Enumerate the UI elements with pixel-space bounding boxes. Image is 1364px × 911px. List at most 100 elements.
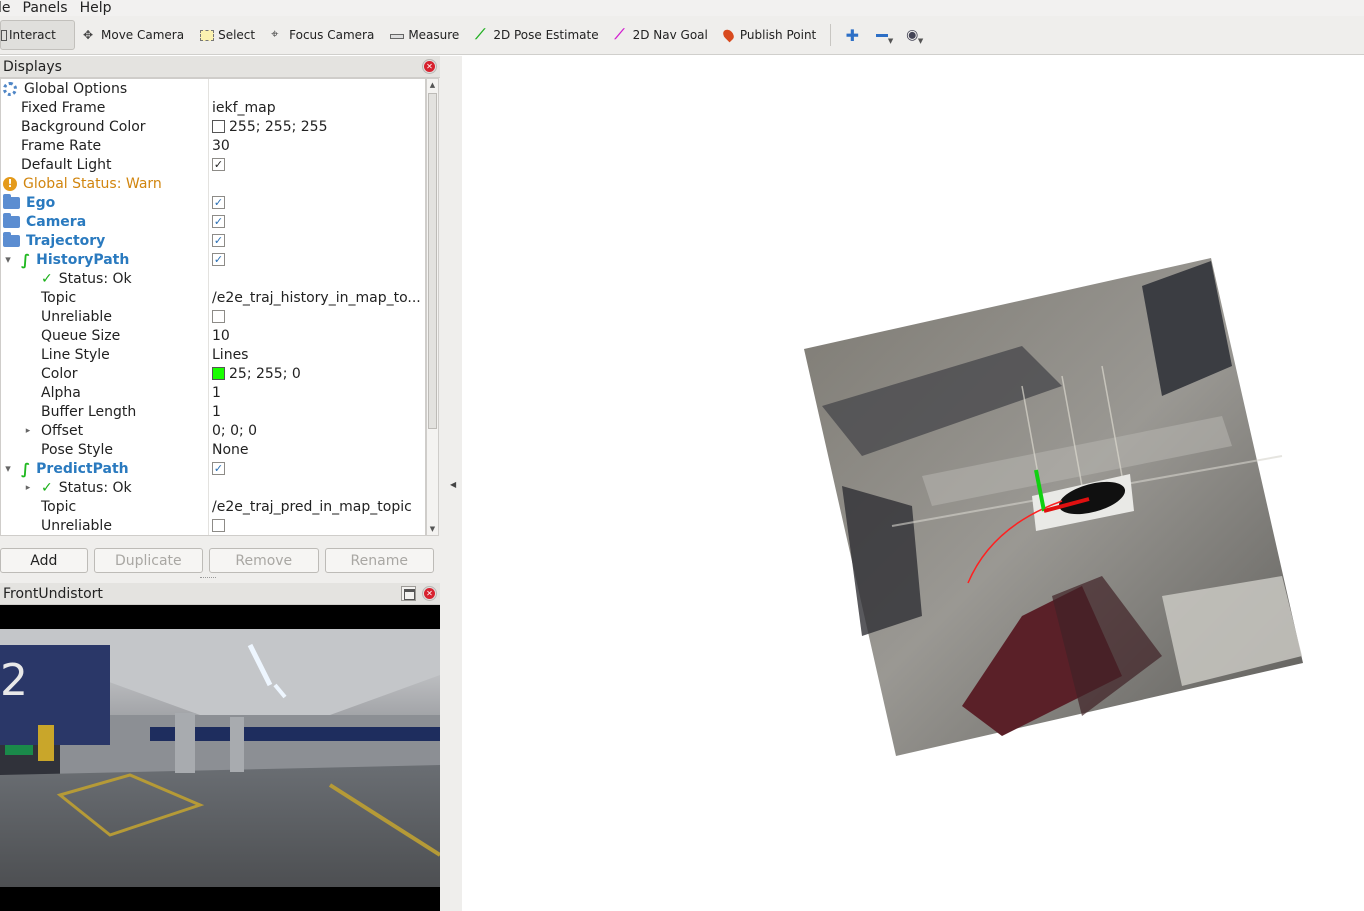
tree-row[interactable]: Trajectory ✓	[1, 231, 425, 250]
tree-row-value[interactable]	[209, 174, 425, 193]
checkbox-checked[interactable]: ✓	[212, 215, 225, 228]
tree-row-value[interactable]: ✓	[209, 250, 425, 269]
tree-row[interactable]: ▾ ∫ HistoryPath ✓	[1, 250, 425, 269]
tree-row-value[interactable]: 1	[209, 383, 425, 402]
panel-resize-handle[interactable]	[200, 577, 216, 581]
tree-row[interactable]: Alpha 1	[1, 383, 425, 402]
3d-viewport[interactable]	[462, 56, 1364, 911]
checkbox-checked[interactable]: ✓	[212, 234, 225, 247]
tree-row-value[interactable]	[209, 516, 425, 535]
collapse-arrow-icon[interactable]: ◀	[450, 480, 456, 489]
checkbox-checked[interactable]: ✓	[212, 196, 225, 209]
tree-row-value[interactable]: ✓	[209, 212, 425, 231]
tool-select[interactable]: Select	[192, 20, 263, 50]
tree-row-value[interactable]: /e2e_traj_history_in_map_to...	[209, 288, 425, 307]
tool-publish-point[interactable]: Publish Point	[716, 20, 824, 50]
tree-row-name: Frame Rate	[1, 136, 209, 155]
tree-row-value[interactable]: 10	[209, 326, 425, 345]
scrollbar-thumb[interactable]	[428, 93, 437, 429]
expand-arrow-icon[interactable]: ▾	[3, 253, 13, 266]
tree-row[interactable]: ▸ ✓ Status: Ok	[1, 478, 425, 497]
tree-row-value[interactable]: None	[209, 440, 425, 459]
tree-row[interactable]: ! Global Status: Warn	[1, 174, 425, 193]
tree-row-value[interactable]: 25; 255; 0	[209, 364, 425, 383]
tree-row[interactable]: Fixed Frame iekf_map	[1, 98, 425, 117]
tree-row-value[interactable]: iekf_map	[209, 98, 425, 117]
checkbox-checked[interactable]: ✓	[212, 158, 225, 171]
checkbox-unchecked[interactable]	[212, 310, 225, 323]
menu-bar: le Panels Help	[0, 0, 1364, 16]
tree-row-value[interactable]	[209, 269, 425, 288]
tree-row[interactable]: Camera ✓	[1, 212, 425, 231]
tree-row[interactable]: Frame Rate 30	[1, 136, 425, 155]
tree-row-value[interactable]: 255; 255; 255	[209, 117, 425, 136]
tree-row[interactable]: Topic/e2e_traj_history_in_map_to...	[1, 288, 425, 307]
checkbox-checked[interactable]: ✓	[212, 462, 225, 475]
tree-row[interactable]: Global Options	[1, 79, 425, 98]
menu-panels[interactable]: Panels	[23, 0, 68, 16]
tree-row[interactable]: Unreliable	[1, 516, 425, 535]
scroll-down-icon[interactable]: ▼	[427, 523, 438, 535]
tree-row-value[interactable]: ✓	[209, 155, 425, 174]
tree-row[interactable]: Pose Style None	[1, 440, 425, 459]
tool-measure[interactable]: Measure	[382, 20, 467, 50]
tree-row-value[interactable]: ✓	[209, 193, 425, 212]
menu-help[interactable]: Help	[80, 0, 112, 16]
tree-row[interactable]: Queue Size 10	[1, 326, 425, 345]
tree-row[interactable]: ▸ Offset 0; 0; 0	[1, 421, 425, 440]
undock-button[interactable]	[401, 586, 416, 601]
tree-row[interactable]: Topic/e2e_traj_pred_in_map_topic	[1, 497, 425, 516]
tree-row[interactable]: Buffer Length 1	[1, 402, 425, 421]
tree-row[interactable]: ✓ Status: Ok	[1, 269, 425, 288]
tree-row[interactable]: Background Color 255; 255; 255	[1, 117, 425, 136]
tree-row[interactable]: Default Light ✓	[1, 155, 425, 174]
scroll-up-icon[interactable]: ▲	[427, 79, 438, 91]
tree-row[interactable]: Color 25; 255; 0	[1, 364, 425, 383]
tree-row-value[interactable]: ✓	[209, 231, 425, 250]
tree-row-value[interactable]	[209, 307, 425, 326]
path-display-icon: ∫	[21, 250, 31, 269]
duplicate-button[interactable]: Duplicate	[93, 548, 204, 573]
tree-row[interactable]: Line Style Lines	[1, 345, 425, 364]
tree-row[interactable]: Ego ✓	[1, 193, 425, 212]
collapse-arrow-icon[interactable]: ▸	[23, 483, 33, 493]
view-options-button[interactable]: ◉ ▼	[897, 20, 927, 50]
dock-splitter[interactable]: ◀	[440, 56, 462, 911]
tool-move-camera[interactable]: ✥ Move Camera	[75, 20, 192, 50]
displays-panel-header: Displays ✕	[0, 56, 440, 78]
rename-button[interactable]: Rename	[324, 548, 434, 573]
remove-button[interactable]: Remove	[209, 548, 319, 573]
add-button[interactable]: Add	[0, 548, 88, 573]
tree-row-value-text: 0; 0; 0	[212, 422, 258, 439]
color-swatch[interactable]	[212, 120, 225, 133]
tool-focus-camera[interactable]: ⌖ Focus Camera	[263, 20, 382, 50]
add-tool-button[interactable]: ✚	[837, 20, 867, 50]
displays-scrollbar[interactable]: ▲ ▼	[426, 78, 439, 536]
tree-row-value[interactable]: 1	[209, 402, 425, 421]
tree-row-value[interactable]: Lines	[209, 345, 425, 364]
tree-row[interactable]: Unreliable	[1, 307, 425, 326]
tool-2d-nav-goal[interactable]: ⟋ 2D Nav Goal	[607, 20, 716, 50]
checkbox-unchecked[interactable]	[212, 519, 225, 532]
displays-tree[interactable]: Global Options Fixed Frame iekf_map Backgro…	[0, 78, 426, 536]
tree-row-name: ▸ Offset	[1, 421, 209, 440]
displays-close-button[interactable]: ✕	[422, 59, 437, 74]
tree-row[interactable]: ▾ ∫ PredictPath ✓	[1, 459, 425, 478]
tree-row-value[interactable]: 0; 0; 0	[209, 421, 425, 440]
camera-panel-header: FrontUndistort ✕	[0, 583, 440, 605]
tree-row-value[interactable]	[209, 79, 425, 98]
tree-row-value[interactable]: /e2e_traj_pred_in_map_topic	[209, 497, 425, 516]
collapse-arrow-icon[interactable]: ▸	[23, 426, 33, 436]
tree-row-value[interactable]: 30	[209, 136, 425, 155]
menu-file[interactable]: le	[0, 0, 11, 16]
remove-tool-button[interactable]: ▼	[867, 20, 897, 50]
tool-2d-pose-estimate[interactable]: ⟋ 2D Pose Estimate	[467, 20, 606, 50]
camera-close-button[interactable]: ✕	[422, 586, 437, 601]
tree-row-name: ▾ ∫ PredictPath	[1, 459, 209, 478]
tree-row-value[interactable]	[209, 478, 425, 497]
checkbox-checked[interactable]: ✓	[212, 253, 225, 266]
tool-interact[interactable]: Interact	[0, 20, 75, 50]
color-swatch[interactable]	[212, 367, 225, 380]
tree-row-value[interactable]: ✓	[209, 459, 425, 478]
expand-arrow-icon[interactable]: ▾	[3, 462, 13, 475]
